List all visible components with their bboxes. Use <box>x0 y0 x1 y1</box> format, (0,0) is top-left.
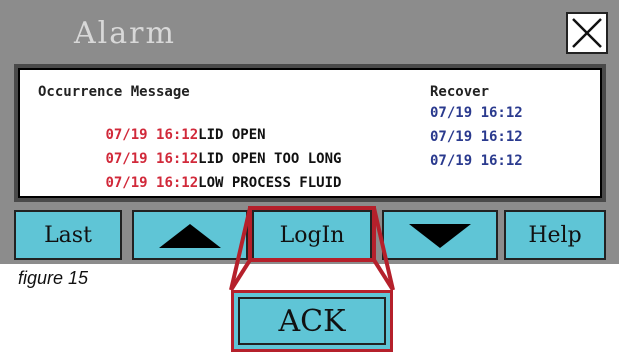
login-highlight-box <box>248 206 376 262</box>
ack-button-label: ACK <box>278 303 346 339</box>
figure-caption: figure 15 <box>18 268 89 288</box>
ack-button-inner: ACK <box>238 297 386 345</box>
ack-button[interactable]: ACK <box>231 290 393 352</box>
